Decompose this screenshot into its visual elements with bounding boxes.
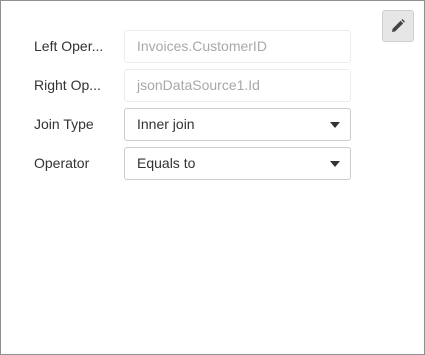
join-type-label: Join Type xyxy=(34,116,94,132)
join-type-select[interactable]: Inner join xyxy=(124,108,351,141)
join-properties-panel: Left Oper... Invoices.CustomerID Right O… xyxy=(0,0,425,355)
operator-value: Equals to xyxy=(137,155,196,171)
chevron-down-icon xyxy=(330,122,340,128)
left-operand-row: Left Oper... Invoices.CustomerID xyxy=(1,30,424,63)
right-operand-label: Right Op... xyxy=(34,77,101,93)
left-operand-field: Invoices.CustomerID xyxy=(124,30,351,63)
right-operand-field: jsonDataSource1.Id xyxy=(124,69,351,102)
join-type-row: Join Type Inner join xyxy=(1,108,424,141)
right-operand-row: Right Op... jsonDataSource1.Id xyxy=(1,69,424,102)
operator-select[interactable]: Equals to xyxy=(124,147,351,180)
operator-row: Operator Equals to xyxy=(1,147,424,180)
join-type-value: Inner join xyxy=(137,116,195,132)
operator-label: Operator xyxy=(34,155,90,171)
left-operand-label: Left Oper... xyxy=(34,38,104,54)
chevron-down-icon xyxy=(330,161,340,167)
